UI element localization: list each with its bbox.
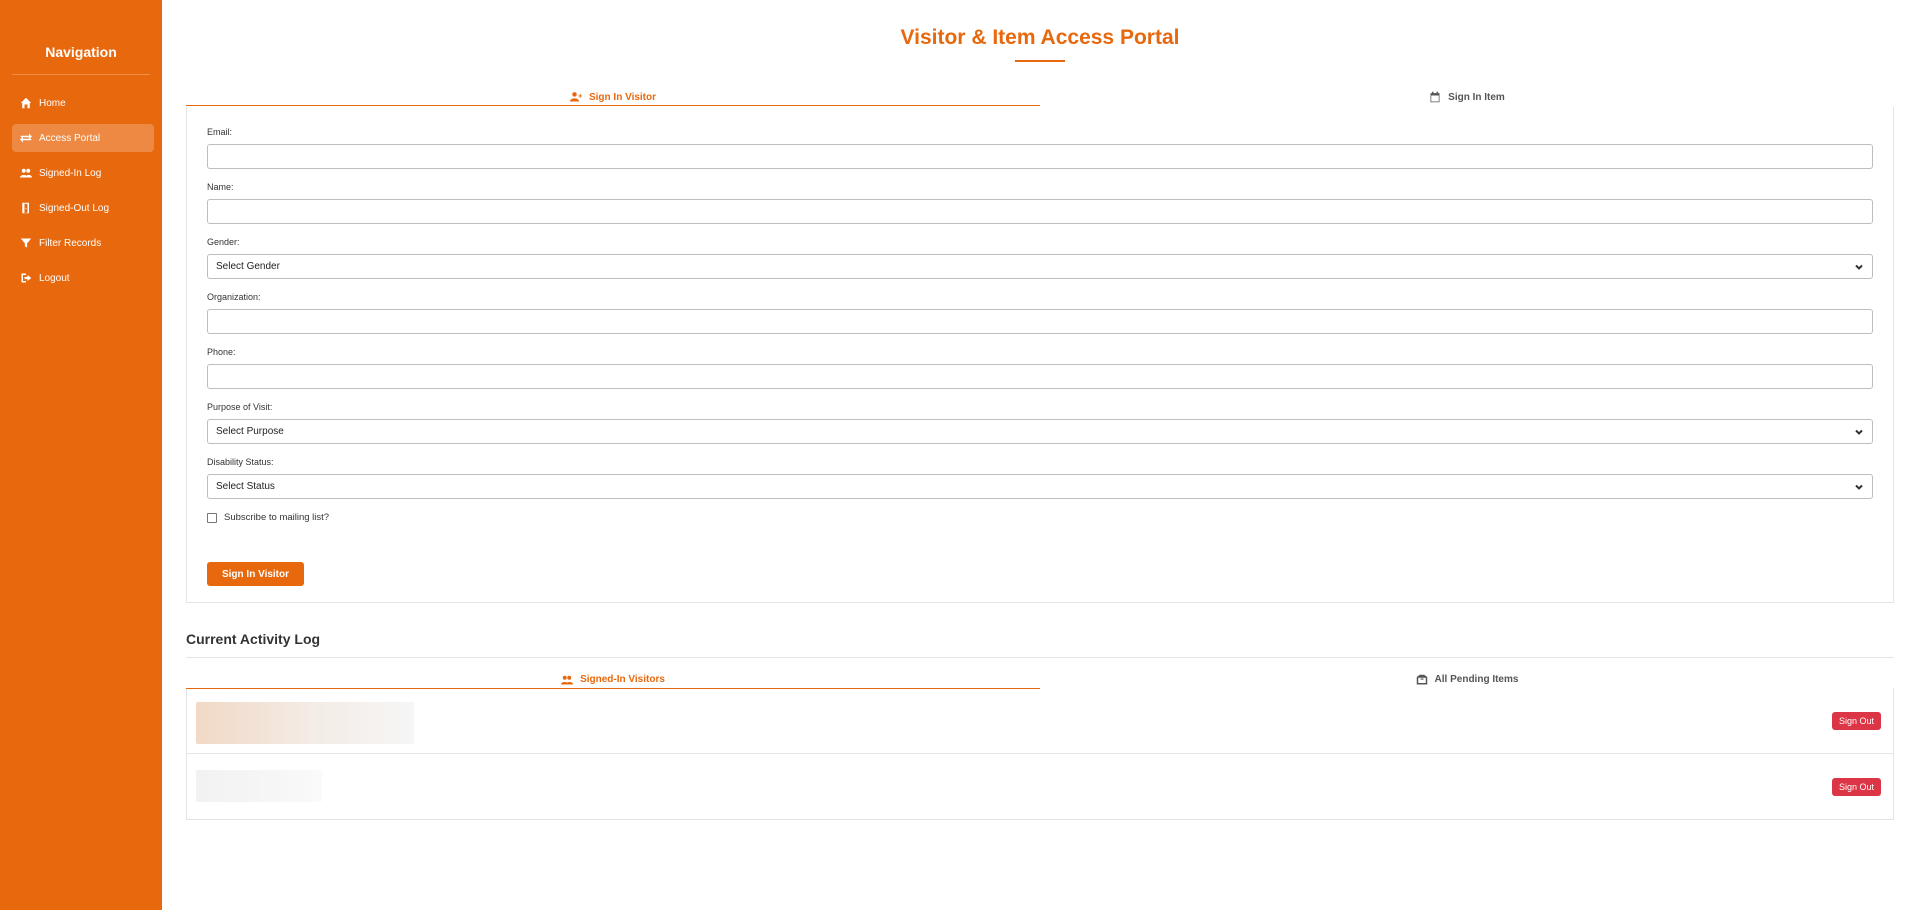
tab-sign-in-visitor[interactable]: Sign In Visitor [186,89,1040,106]
list-item: Sign Out [187,753,1893,819]
name-field[interactable] [207,199,1873,224]
users-icon [561,675,574,684]
purpose-select[interactable]: Select Purpose [207,419,1873,444]
tab-label: All Pending Items [1434,674,1519,685]
tab-label: Sign In Visitor [588,91,657,103]
activity-log-title: Current Activity Log [186,631,321,647]
section-divider [186,657,1894,658]
sidebar-nav: Home Access Portal Signed-In Log Signed-… [0,89,162,292]
sign-out-button[interactable]: Sign Out [1832,777,1881,796]
signed-in-visitors-list: Sign Out Sign Out [186,688,1894,820]
form-tabs: Sign In Visitor Sign In Item [186,89,1894,107]
page-title: Visitor & Item Access Portal [900,26,1180,49]
sign-in-visitor-form: Email: Name: Gender: Select Gender Organ… [186,107,1894,603]
redacted-visitor-info [196,770,322,802]
user-plus-icon [569,92,582,102]
name-label: Name: [207,182,234,192]
gender-label: Gender: [207,237,240,247]
disability-label: Disability Status: [207,457,274,467]
sidebar-item-label: Access Portal [39,132,101,144]
tab-sign-in-item[interactable]: Sign In Item [1040,89,1894,105]
main-content: Visitor & Item Access Portal Sign In Vis… [186,0,1894,820]
tab-signed-in-visitors[interactable]: Signed-In Visitors [186,671,1040,689]
sidebar-item-home[interactable]: Home [12,89,154,117]
door-open-icon [22,202,29,214]
sidebar-item-logout[interactable]: Logout [12,264,154,292]
tab-label: Signed-In Visitors [580,674,665,685]
organization-label: Organization: [207,292,261,302]
boxes-icon [1416,674,1427,684]
filter-icon [20,238,32,248]
sidebar-item-label: Signed-In Log [39,167,102,179]
gender-select[interactable]: Select Gender [207,254,1873,279]
sign-out-icon [21,273,32,283]
chevron-down-icon [1855,429,1863,435]
list-item: Sign Out [187,688,1893,753]
calendar-icon [1430,91,1440,103]
redacted-visitor-info [196,702,414,744]
subscribe-checkbox[interactable] [207,512,217,523]
sidebar-item-label: Filter Records [39,237,102,249]
exchange-icon [20,133,32,143]
tab-label: Sign In Item [1448,91,1505,103]
phone-field[interactable] [207,364,1873,389]
title-underline [1015,60,1065,62]
email-label: Email: [207,127,233,137]
email-field[interactable] [207,144,1873,169]
sidebar-item-filter-records[interactable]: Filter Records [12,229,154,257]
activity-tabs: Signed-In Visitors All Pending Items [186,671,1894,689]
purpose-label: Purpose of Visit: [207,402,273,412]
subscribe-label: Subscribe to mailing list? [224,512,330,523]
phone-label: Phone: [207,347,236,357]
sidebar-item-label: Home [39,97,66,109]
sidebar: Navigation Home Access Portal Signed-In … [0,0,162,910]
subscribe-row: Subscribe to mailing list? [207,512,1873,523]
organization-field[interactable] [207,309,1873,334]
gender-select-value: Select Gender [216,261,280,272]
chevron-down-icon [1855,484,1863,490]
disability-select-value: Select Status [216,481,275,492]
tab-all-pending-items[interactable]: All Pending Items [1040,671,1894,688]
sidebar-title: Navigation [12,0,150,75]
purpose-select-value: Select Purpose [216,426,284,437]
users-icon [20,168,32,178]
sidebar-item-label: Logout [39,272,70,284]
home-icon [20,97,32,109]
sidebar-item-access-portal[interactable]: Access Portal [12,124,154,152]
sidebar-item-signed-out-log[interactable]: Signed-Out Log [12,194,154,222]
disability-select[interactable]: Select Status [207,474,1873,499]
sidebar-item-signed-in-log[interactable]: Signed-In Log [12,159,154,187]
sign-out-button[interactable]: Sign Out [1832,711,1881,730]
chevron-down-icon [1855,264,1863,270]
sidebar-item-label: Signed-Out Log [39,202,110,214]
sign-in-visitor-button[interactable]: Sign In Visitor [207,562,304,586]
